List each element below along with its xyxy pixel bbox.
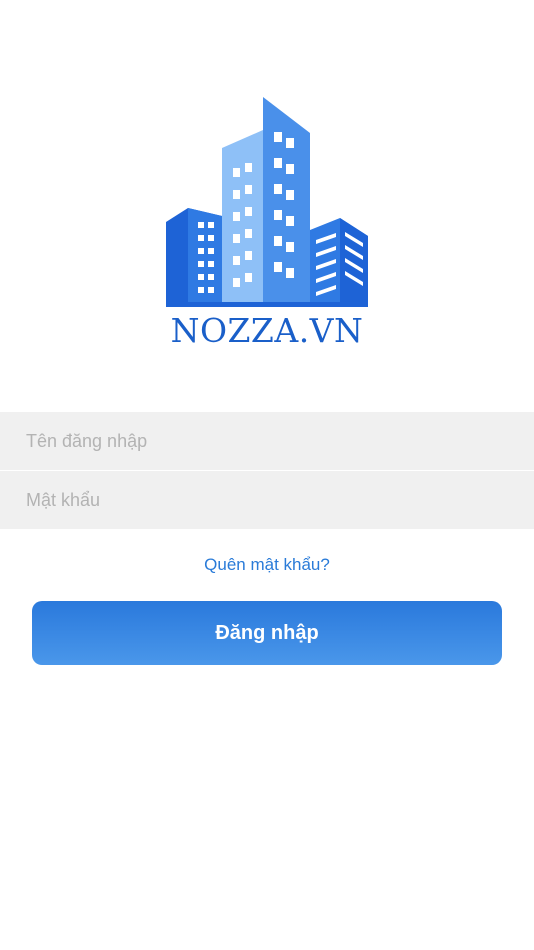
login-screen: NOZZA.VN Quên mật khẩu? Đăng nhập — [0, 0, 534, 950]
forgot-password-link[interactable]: Quên mật khẩu? — [0, 553, 534, 577]
brand-name: NOZZA.VN — [170, 311, 364, 350]
login-form — [0, 412, 534, 529]
username-input[interactable] — [0, 412, 534, 470]
login-button[interactable]: Đăng nhập — [32, 601, 502, 665]
password-input[interactable] — [0, 471, 534, 529]
